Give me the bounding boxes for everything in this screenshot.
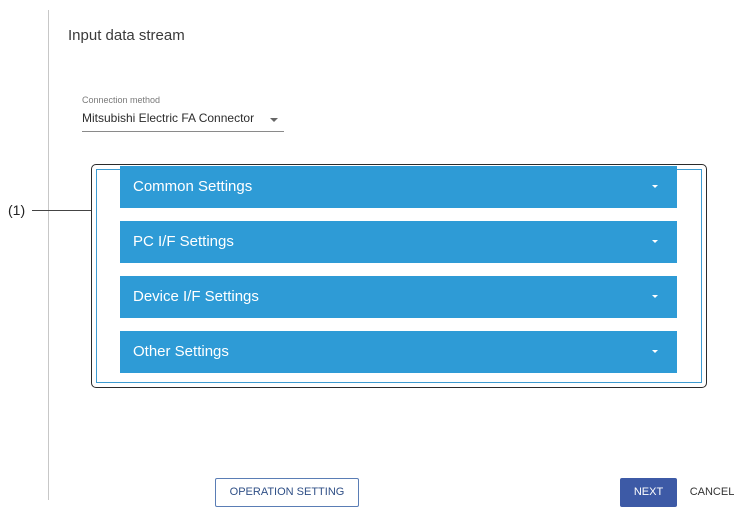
connection-method-select: Connection method Mitsubishi Electric FA… [82, 95, 284, 132]
operation-setting-button[interactable]: OPERATION SETTING [215, 478, 359, 507]
callout-line [32, 210, 92, 211]
panel-label: Device I/F Settings [133, 288, 259, 305]
connection-method-field[interactable]: Mitsubishi Electric FA Connector [82, 110, 284, 132]
panel-pc-if-settings[interactable]: PC I/F Settings [120, 221, 677, 263]
cancel-button[interactable]: CANCEL [684, 478, 740, 507]
expand-caret-icon [652, 240, 658, 243]
panel-device-if-settings[interactable]: Device I/F Settings [120, 276, 677, 318]
connection-method-value: Mitsubishi Electric FA Connector [82, 111, 255, 125]
expand-caret-icon [652, 185, 658, 188]
callout-label: (1) [8, 202, 26, 218]
page-title: Input data stream [68, 27, 185, 44]
left-divider [48, 10, 49, 500]
expand-caret-icon [652, 295, 658, 298]
connection-method-label: Connection method [82, 95, 161, 105]
expand-caret-icon [652, 350, 658, 353]
panel-label: PC I/F Settings [133, 233, 234, 250]
panel-label: Other Settings [133, 343, 229, 360]
chevron-down-icon [270, 118, 278, 122]
panel-label: Common Settings [133, 178, 253, 195]
panel-other-settings[interactable]: Other Settings [120, 331, 677, 373]
panel-common-settings[interactable]: Common Settings [120, 166, 677, 208]
next-button[interactable]: NEXT [620, 478, 677, 507]
